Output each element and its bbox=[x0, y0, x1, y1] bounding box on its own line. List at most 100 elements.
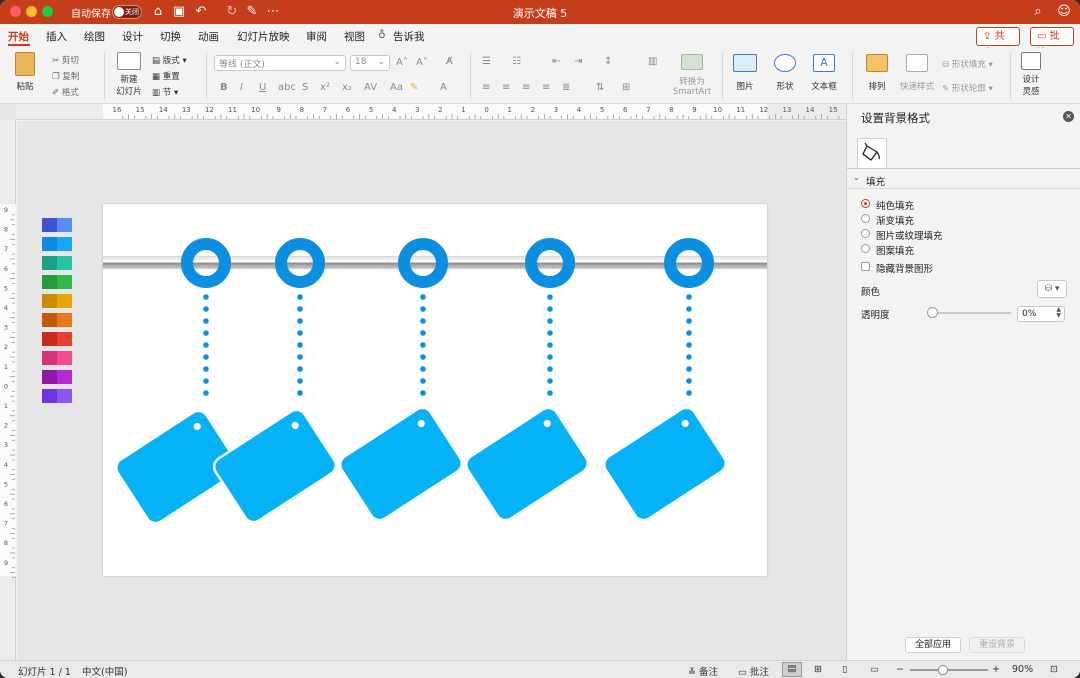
tab-draw[interactable]: 绘图 bbox=[84, 29, 105, 44]
zoom-slider-handle[interactable] bbox=[938, 665, 948, 675]
cut-button[interactable]: ✂ 剪切 bbox=[52, 54, 79, 66]
language-indicator[interactable]: 中文(中国) bbox=[82, 664, 127, 678]
tab-design[interactable]: 设计 bbox=[122, 29, 143, 44]
font-color-icon[interactable]: A bbox=[440, 82, 447, 93]
palette-swatch[interactable] bbox=[42, 351, 72, 365]
designer-button[interactable]: 设计 灵感 bbox=[1016, 52, 1046, 97]
slideshow-icon[interactable]: ▭ bbox=[870, 664, 879, 675]
shape-outline-button[interactable]: ✎ 形状轮廓 ▾ bbox=[942, 82, 993, 94]
tab-insert[interactable]: 插入 bbox=[46, 29, 67, 44]
radio[interactable] bbox=[861, 229, 870, 238]
align-right-icon[interactable]: ≡ bbox=[522, 82, 530, 93]
palette-swatch[interactable] bbox=[42, 389, 72, 403]
search-icon[interactable]: ⌕ bbox=[1030, 4, 1046, 20]
transparency-slider-track[interactable] bbox=[931, 312, 1011, 314]
shape-button[interactable]: 形状 bbox=[768, 54, 802, 92]
distribute-icon[interactable]: ≣ bbox=[562, 82, 570, 93]
palette-swatch[interactable] bbox=[42, 294, 72, 308]
format-painter-button[interactable]: ✐ 格式 bbox=[52, 86, 79, 98]
shadow-icon[interactable]: S bbox=[302, 82, 308, 93]
radio[interactable] bbox=[861, 214, 870, 223]
zoom-out-icon[interactable]: − bbox=[896, 664, 904, 675]
palette-swatch[interactable] bbox=[42, 256, 72, 270]
change-case-icon[interactable]: Aa bbox=[390, 82, 403, 93]
notes-button[interactable]: ≚ 备注 bbox=[688, 664, 718, 678]
radio-selected[interactable] bbox=[861, 199, 870, 208]
text-direction-icon[interactable]: ⇅ bbox=[596, 82, 604, 93]
share-button[interactable]: ⇪ 共享 bbox=[976, 27, 1020, 59]
normal-view-icon[interactable]: ▤ bbox=[782, 662, 802, 677]
quick-styles-button[interactable]: 快速样式 bbox=[898, 54, 936, 92]
hanging-tag[interactable] bbox=[600, 404, 729, 524]
hanging-tag[interactable] bbox=[462, 404, 591, 524]
fill-section-header[interactable]: ⌄ 填充 bbox=[847, 172, 1080, 188]
zoom-level[interactable]: 90% bbox=[1012, 664, 1033, 675]
tab-view[interactable]: 视图 bbox=[344, 29, 365, 44]
align-text-icon[interactable]: ⊞ bbox=[622, 82, 630, 93]
copy-button[interactable]: ❐ 复制 bbox=[52, 70, 79, 82]
superscript-icon[interactable]: x² bbox=[320, 82, 330, 93]
textbox-button[interactable]: A 文本框 bbox=[806, 54, 842, 92]
hanging-tag[interactable] bbox=[336, 404, 465, 524]
tab-home[interactable]: 开始 bbox=[8, 29, 29, 44]
transparency-input[interactable]: 0% ▲ ▼ bbox=[1017, 306, 1065, 322]
palette-swatch[interactable] bbox=[42, 370, 72, 384]
reset-background-button[interactable]: 重设背景 bbox=[969, 637, 1025, 653]
hanging-tag[interactable] bbox=[210, 406, 339, 526]
tab-transitions[interactable]: 切换 bbox=[160, 29, 181, 44]
italic-icon[interactable]: I bbox=[240, 82, 243, 93]
color-picker-button[interactable]: ⛁ ▾ bbox=[1037, 280, 1067, 298]
comments-status-button[interactable]: ▭ 批注 bbox=[738, 664, 769, 678]
decrease-font-icon[interactable]: A˅ bbox=[416, 57, 428, 68]
zoom-in-icon[interactable]: + bbox=[992, 664, 1000, 675]
palette-swatch[interactable] bbox=[42, 332, 72, 346]
new-slide-button[interactable]: 新建 幻灯片 bbox=[112, 52, 146, 97]
subscript-icon[interactable]: x₂ bbox=[342, 82, 352, 93]
increase-font-icon[interactable]: A˄ bbox=[396, 57, 408, 68]
section-button[interactable]: ▥ 节 ▾ bbox=[152, 86, 178, 98]
bold-icon[interactable]: B bbox=[220, 82, 228, 93]
layout-button[interactable]: ▤ 版式 ▾ bbox=[152, 54, 187, 66]
align-center-icon[interactable]: ≡ bbox=[502, 82, 510, 93]
shape-fill-button[interactable]: ⛁ 形状填充 ▾ bbox=[942, 58, 993, 70]
tab-tell-me[interactable]: 告诉我 bbox=[393, 29, 425, 44]
underline-icon[interactable]: U bbox=[259, 82, 266, 93]
paste-button[interactable]: 粘贴 bbox=[10, 52, 40, 92]
tab-slideshow[interactable]: 幻灯片放映 bbox=[237, 29, 290, 44]
fill-tab[interactable] bbox=[857, 138, 887, 168]
fit-slide-icon[interactable]: ⊡ bbox=[1050, 664, 1058, 675]
checkbox[interactable] bbox=[861, 262, 870, 271]
highlight-icon[interactable]: ✎ bbox=[410, 82, 418, 93]
comments-button[interactable]: ▭ 批注 bbox=[1030, 27, 1074, 59]
justify-icon[interactable]: ≡ bbox=[542, 82, 550, 93]
increase-indent-icon[interactable]: ⇥ bbox=[574, 56, 582, 67]
align-left-icon[interactable]: ≡ bbox=[482, 82, 490, 93]
convert-smartart-button[interactable]: 转换为 SmartArt bbox=[668, 54, 716, 97]
columns-icon[interactable]: ▥ bbox=[648, 56, 657, 67]
strikethrough-icon[interactable]: abc bbox=[278, 82, 296, 93]
stepper-icon[interactable]: ▲ ▼ bbox=[1056, 307, 1061, 319]
font-size-select[interactable]: 18 ⌄ bbox=[350, 55, 390, 71]
line-spacing-icon[interactable]: ↕ bbox=[604, 56, 612, 67]
transparency-slider-handle[interactable] bbox=[927, 307, 938, 318]
font-name-select[interactable]: 等线 (正文) ⌄ bbox=[214, 55, 346, 71]
bullets-icon[interactable]: ☰ bbox=[482, 56, 491, 67]
palette-swatch[interactable] bbox=[42, 237, 72, 251]
reading-view-icon[interactable]: ▯ bbox=[842, 664, 847, 675]
close-icon[interactable]: ✕ bbox=[1063, 111, 1074, 122]
char-spacing-icon[interactable]: AV bbox=[364, 82, 377, 93]
decrease-indent-icon[interactable]: ⇤ bbox=[552, 56, 560, 67]
apply-to-all-button[interactable]: 全部应用 bbox=[905, 637, 961, 653]
clear-format-icon[interactable]: A̸ bbox=[446, 56, 453, 67]
tab-review[interactable]: 审阅 bbox=[306, 29, 327, 44]
palette-swatch[interactable] bbox=[42, 218, 72, 232]
numbering-icon[interactable]: ☷ bbox=[512, 56, 521, 67]
radio[interactable] bbox=[861, 244, 870, 253]
zoom-slider-track[interactable] bbox=[910, 669, 988, 671]
reset-button[interactable]: ▦ 重置 bbox=[152, 70, 180, 82]
slide-1[interactable] bbox=[103, 204, 767, 576]
tab-animations[interactable]: 动画 bbox=[198, 29, 219, 44]
palette-swatch[interactable] bbox=[42, 275, 72, 289]
account-icon[interactable]: ☺ bbox=[1056, 4, 1072, 20]
slide-sorter-icon[interactable]: ⊞ bbox=[814, 664, 822, 675]
